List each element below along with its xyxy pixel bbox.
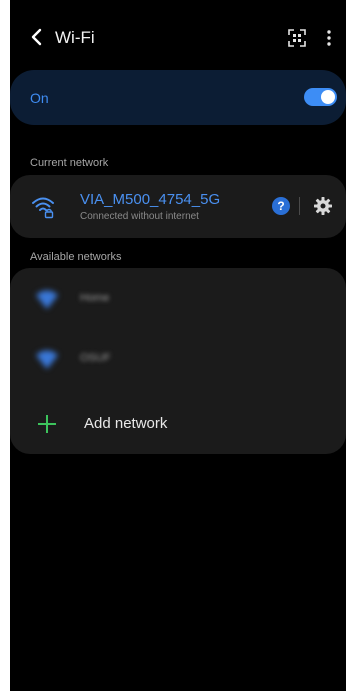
available-networks-card: Home OSUF Add network [10, 268, 346, 454]
divider [299, 197, 300, 215]
master-switch-label: On [30, 90, 49, 106]
plus-icon [38, 415, 56, 433]
network-row[interactable]: Home [10, 270, 346, 330]
network-settings-button[interactable] [313, 196, 333, 216]
network-name: OSUF [80, 352, 111, 364]
wifi-lock-icon [32, 197, 54, 219]
page-title: Wi-Fi [55, 28, 95, 47]
wifi-master-switch-row[interactable]: On [10, 70, 346, 125]
gear-icon [314, 197, 332, 215]
current-network-status: Connected without internet [80, 211, 199, 222]
switch-knob [321, 90, 335, 104]
qr-scan-icon [288, 29, 306, 47]
current-network-header: Current network [30, 157, 109, 169]
help-button[interactable]: ? [272, 197, 290, 215]
wifi-settings-screen: Wi-Fi On Current network VIA_M500_4754_5… [10, 0, 346, 691]
more-options-button[interactable] [322, 26, 336, 50]
network-row[interactable]: OSUF [10, 330, 346, 390]
current-network-name: VIA_M500_4754_5G [80, 191, 221, 208]
more-vertical-icon [327, 30, 331, 46]
wifi-icon [36, 350, 58, 369]
qr-scan-button[interactable] [286, 27, 308, 49]
chevron-left-icon [31, 28, 42, 46]
available-networks-header: Available networks [30, 251, 122, 263]
wifi-toggle-switch[interactable] [304, 88, 337, 106]
wifi-icon [36, 290, 58, 309]
back-button[interactable] [26, 24, 48, 50]
network-name: Home [80, 292, 110, 304]
add-network-button[interactable]: Add network [10, 393, 346, 453]
current-network-card[interactable]: VIA_M500_4754_5G Connected without inter… [10, 175, 346, 238]
add-network-label: Add network [84, 415, 168, 432]
app-bar: Wi-Fi [10, 0, 346, 70]
